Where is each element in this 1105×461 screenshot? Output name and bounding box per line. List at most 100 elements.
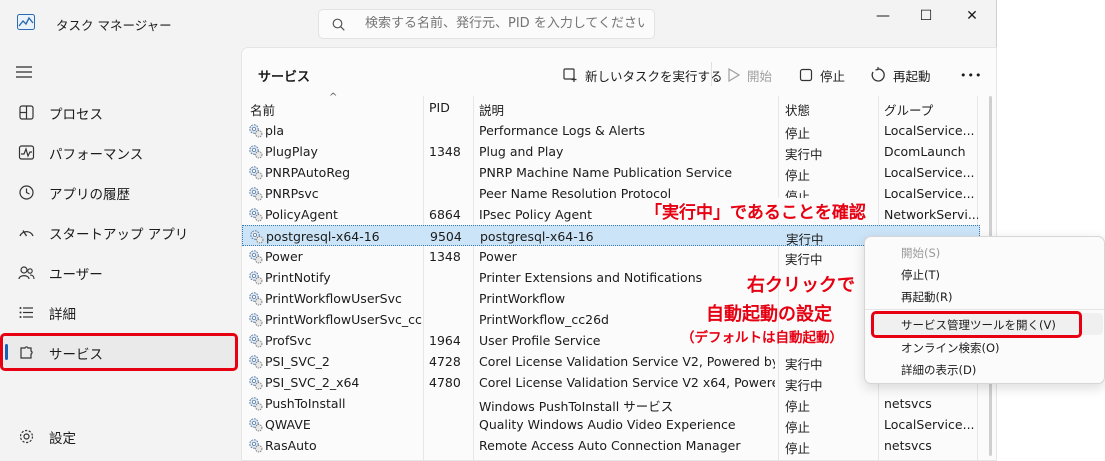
service-group: DcomLaunch <box>884 144 966 159</box>
service-description: Printer Extensions and Notifications <box>479 270 703 285</box>
details-list-icon <box>19 307 33 318</box>
service-gear-icon <box>248 165 263 180</box>
service-name: PrintNotify <box>265 270 331 285</box>
restart-label: 再起動 <box>893 68 931 84</box>
context-menu-separator <box>865 309 1104 310</box>
start-label: 開始 <box>747 68 773 84</box>
column-header-group[interactable]: グループ <box>884 100 933 119</box>
table-row[interactable]: PNRPsvc Peer Name Resolution Protocol 停止 Lo… <box>242 183 980 204</box>
sidebar-item-settings[interactable]: 設定 <box>4 418 236 454</box>
maximize-button[interactable]: ☐ <box>903 4 949 28</box>
service-name: Power <box>265 249 303 264</box>
service-description: postgresql-x64-16 <box>480 229 594 244</box>
service-pid: 6864 <box>429 207 461 222</box>
sidebar-item-performance[interactable]: パフォーマンス <box>4 134 236 170</box>
service-gear-icon <box>248 312 263 327</box>
history-clock-icon <box>19 185 34 200</box>
service-description: PNRP Machine Name Publication Service <box>479 165 733 180</box>
context-menu-search-online[interactable]: オンライン検索(O) <box>901 340 1000 356</box>
search-box[interactable] <box>318 9 655 39</box>
column-header-status[interactable]: 状態 <box>785 100 810 119</box>
service-description: Performance Logs & Alerts <box>479 123 645 138</box>
new-task-icon <box>563 67 577 82</box>
sidebar-item-users[interactable]: ユーザー <box>4 254 236 290</box>
service-pid: 1348 <box>429 144 461 159</box>
performance-pulse-icon <box>18 145 35 160</box>
service-group: LocalService... <box>884 165 975 180</box>
sidebar-item-details[interactable]: 詳細 <box>4 294 236 330</box>
service-name: PushToInstall <box>265 396 346 411</box>
service-gear-icon <box>248 249 263 264</box>
service-description: Remote Access Auto Connection Manager <box>479 438 741 453</box>
service-description: Corel License Validation Service V2 x64,… <box>479 375 775 390</box>
table-row[interactable]: pla Performance Logs & Alerts 停止 LocalServi… <box>242 120 980 141</box>
service-gear-icon <box>248 438 263 453</box>
service-name: postgresql-x64-16 <box>266 229 380 244</box>
start-button[interactable]: 開始 <box>727 64 772 86</box>
service-group: NetworkServi... <box>884 207 978 222</box>
annotation-default-note: （デフォルトは自動起動） <box>681 330 843 346</box>
users-icon <box>18 266 35 280</box>
sidebar-item-label: 詳細 <box>49 307 76 323</box>
new-task-button[interactable]: 新しいタスクを実行する <box>563 64 723 86</box>
context-menu-stop[interactable]: 停止(T) <box>901 267 940 283</box>
sidebar-item-app-history[interactable]: アプリの履歴 <box>4 174 236 210</box>
task-manager-chart-icon <box>17 14 35 30</box>
search-input[interactable] <box>365 16 645 31</box>
annotation-highlight-open-services <box>871 311 1082 338</box>
service-status: 実行中 <box>785 147 823 162</box>
column-header-pid[interactable]: PID <box>429 100 450 115</box>
table-row[interactable]: RasAuto Remote Access Auto Connection Man… <box>242 435 980 456</box>
service-gear-icon <box>248 417 263 432</box>
annotation-highlight-services <box>0 333 238 371</box>
service-pid: 9504 <box>430 229 462 244</box>
service-status: 停止 <box>785 399 811 414</box>
sidebar-item-processes[interactable]: プロセス <box>4 94 236 130</box>
restart-button[interactable]: 再起動 <box>870 64 931 86</box>
service-gear-icon <box>248 333 263 348</box>
service-name: PrintWorkflowUserSvc <box>265 291 402 306</box>
sort-ascending-icon: ^ <box>329 92 338 103</box>
table-row[interactable]: QWAVE Quality Windows Audio Video Experie… <box>242 414 980 435</box>
sidebar-item-label: ユーザー <box>49 267 103 283</box>
table-row[interactable]: PlugPlay 1348 Plug and Play 実行中 DcomLaunch <box>242 141 980 162</box>
annotation-right-click: 右クリックで <box>747 275 855 296</box>
context-menu-restart[interactable]: 再起動(R) <box>901 289 952 305</box>
table-row[interactable]: PolicyAgent 6864 IPsec Policy Agent Network… <box>242 204 980 225</box>
service-description: Windows PushToInstall サービス <box>479 399 674 414</box>
service-pid: 4780 <box>429 375 461 390</box>
startup-speedometer-icon <box>19 230 34 237</box>
hamburger-menu-icon[interactable] <box>14 63 34 81</box>
sidebar-item-label: パフォーマンス <box>49 147 144 163</box>
service-group: netsvcs <box>884 396 932 411</box>
app-title: タスク マネージャー <box>56 18 172 33</box>
table-row[interactable]: PNRPAutoReg PNRP Machine Name Publication… <box>242 162 980 183</box>
service-pid: 4728 <box>429 354 461 369</box>
restart-icon <box>871 67 885 82</box>
stop-label: 停止 <box>820 68 846 84</box>
service-status: 実行中 <box>785 357 823 372</box>
service-gear-icon <box>248 291 263 306</box>
table-row[interactable]: PushToInstall Windows PushToInstall サービス 停… <box>242 393 980 414</box>
sidebar-item-label: 設定 <box>49 431 76 447</box>
table-header: ^ 名前 PID 説明 状態 グループ <box>242 92 980 120</box>
column-header-description[interactable]: 説明 <box>479 100 504 119</box>
service-gear-icon <box>248 144 263 159</box>
minimize-button[interactable]: — <box>860 4 906 28</box>
gear-icon <box>19 429 34 444</box>
title-bar: タスク マネージャー — ☐ ✕ <box>0 0 997 46</box>
context-menu-start[interactable]: 開始(S) <box>901 245 940 261</box>
more-options-button[interactable]: ••• <box>960 64 982 86</box>
service-gear-icon <box>248 123 263 138</box>
sidebar-item-label: プロセス <box>49 107 103 123</box>
annotation-status-check: 「実行中」であることを確認 <box>643 198 868 223</box>
service-name: PNRPsvc <box>265 186 319 201</box>
column-header-name[interactable]: 名前 <box>250 100 275 119</box>
stop-button[interactable]: 停止 <box>799 64 845 86</box>
service-group: LocalService... <box>884 186 975 201</box>
service-gear-icon <box>248 207 263 222</box>
service-pid: 1964 <box>429 333 461 348</box>
sidebar-item-startup-apps[interactable]: スタートアップ アプリ <box>4 214 236 250</box>
context-menu-go-to-details[interactable]: 詳細の表示(D) <box>901 362 976 378</box>
close-button[interactable]: ✕ <box>949 4 995 28</box>
